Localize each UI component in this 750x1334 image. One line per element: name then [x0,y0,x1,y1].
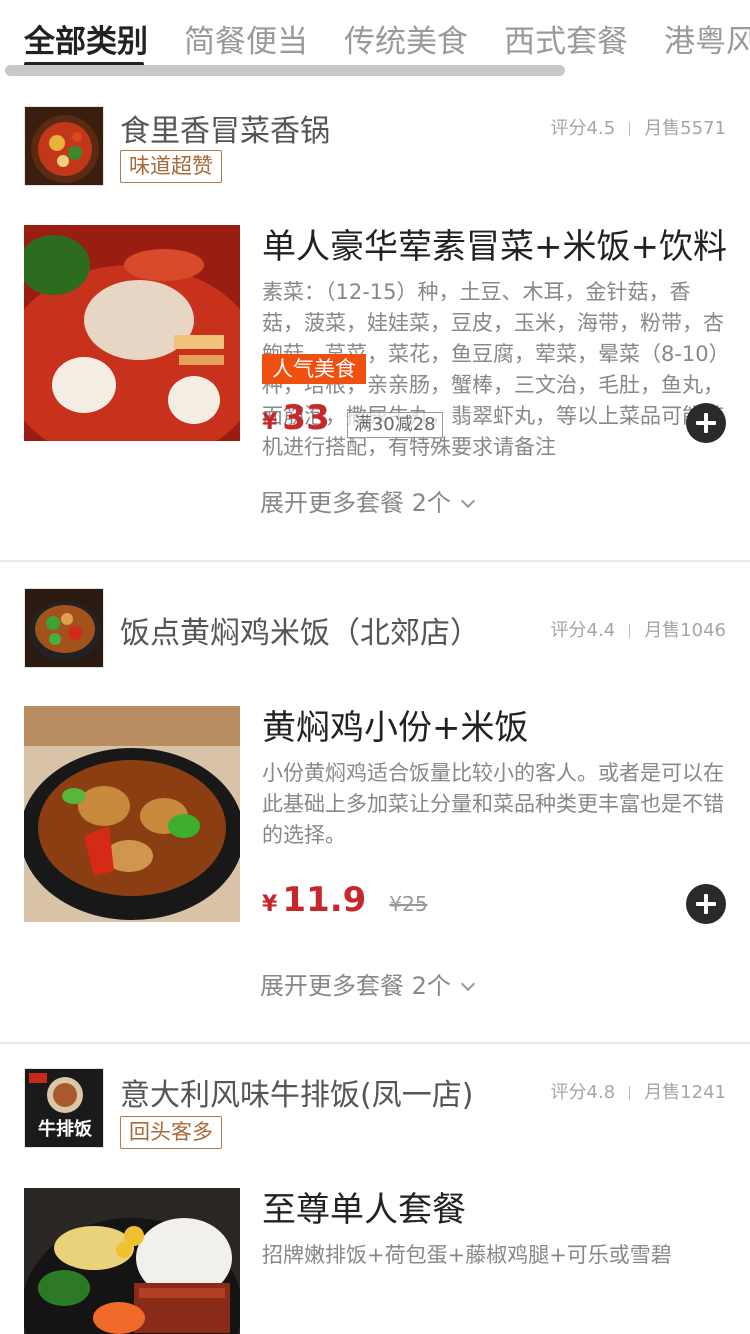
original-price: ¥25 [389,892,428,916]
shop-logo-text: 牛排饭 [38,1118,92,1140]
dish-title: 单人豪华荤素冒菜+米饭+饮料 [262,227,727,267]
shop-logo: 牛排饭 [24,1068,104,1148]
tab-traditional[interactable]: 传统美食 [344,20,468,64]
divider [629,122,631,136]
dish-price: 33 [282,398,330,438]
price-row: ¥ 11.9 ¥25 [262,880,428,924]
shop-stats: 评分4.4 月售1046 [551,616,726,642]
dish-price: 11.9 [282,880,367,920]
shop-tag: 回头客多 [120,1116,222,1149]
dish-image[interactable] [24,1188,240,1334]
popular-badge: 人气美食 [262,354,366,384]
dish-description: 招牌嫩排饭+荷包蛋+藤椒鸡腿+可乐或雪碧 [262,1243,672,1267]
shop-name: 食里香冒菜香锅 [120,114,330,149]
currency-symbol: ¥ [262,410,278,435]
tab-western[interactable]: 西式套餐 [504,20,628,64]
chevron-down-icon [460,976,475,992]
shop-stats: 评分4.8 月售1241 [551,1078,726,1104]
add-to-cart-button[interactable] [686,403,726,443]
tab-bento[interactable]: 简餐便当 [184,20,308,64]
divider [629,1086,631,1100]
expand-label: 展开更多套餐 2个 [260,972,451,1000]
dish-description: 小份黄焖鸡适合饭量比较小的客人。或者是可以在此基础上多加菜让分量和菜品种类更丰富… [262,761,724,847]
shop-logo [24,106,104,186]
shop-rating: 评分4.4 [550,620,616,641]
dish-title: 黄焖鸡小份+米饭 [262,708,529,748]
tabs-scrollbar[interactable] [5,65,565,76]
shop-name: 饭点黄焖鸡米饭（北郊店） [120,616,480,651]
shop-rating: 评分4.5 [550,118,616,139]
expand-more-sets[interactable]: 展开更多套餐 2个 [260,966,475,1001]
shop-logo [24,588,104,668]
shop-rating: 评分4.8 [550,1082,616,1103]
divider [629,624,631,638]
divider [0,560,750,562]
shop-header[interactable]: 饭点黄焖鸡米饭（北郊店） 评分4.4 月售1046 [0,588,750,688]
divider [0,1042,750,1044]
expand-more-sets[interactable]: 展开更多套餐 2个 [260,483,475,518]
chevron-down-icon [460,493,475,509]
promo-tag: 满30减28 [346,411,443,438]
add-to-cart-button[interactable] [686,884,726,924]
tab-all[interactable]: 全部类别 [24,20,148,64]
dish-image[interactable] [24,225,240,441]
shop-header[interactable]: 食里香冒菜香锅 评分4.5 月售5571 味道超赞 [0,100,750,200]
dish-image[interactable] [24,706,240,922]
shop-monthly-sales: 月售1241 [644,1082,726,1103]
shop-stats: 评分4.5 月售5571 [551,114,726,140]
dish-title: 至尊单人套餐 [262,1190,466,1230]
shop-monthly-sales: 月售5571 [644,118,726,139]
shop-tag: 味道超赞 [120,150,222,183]
category-tabs: 全部类别 简餐便当 传统美食 西式套餐 港粤风 [0,0,750,84]
shop-name: 意大利风味牛排饭(凤一店) [120,1078,474,1113]
expand-label: 展开更多套餐 2个 [260,489,451,517]
shop-header[interactable]: 牛排饭 意大利风味牛排饭(凤一店) 评分4.8 月售1241 回头客多 [0,1068,750,1168]
tab-cantonese[interactable]: 港粤风 [664,20,750,64]
price-row: ¥ 33 满30减28 [262,398,443,442]
currency-symbol: ¥ [262,892,278,917]
shop-monthly-sales: 月售1046 [644,620,726,641]
